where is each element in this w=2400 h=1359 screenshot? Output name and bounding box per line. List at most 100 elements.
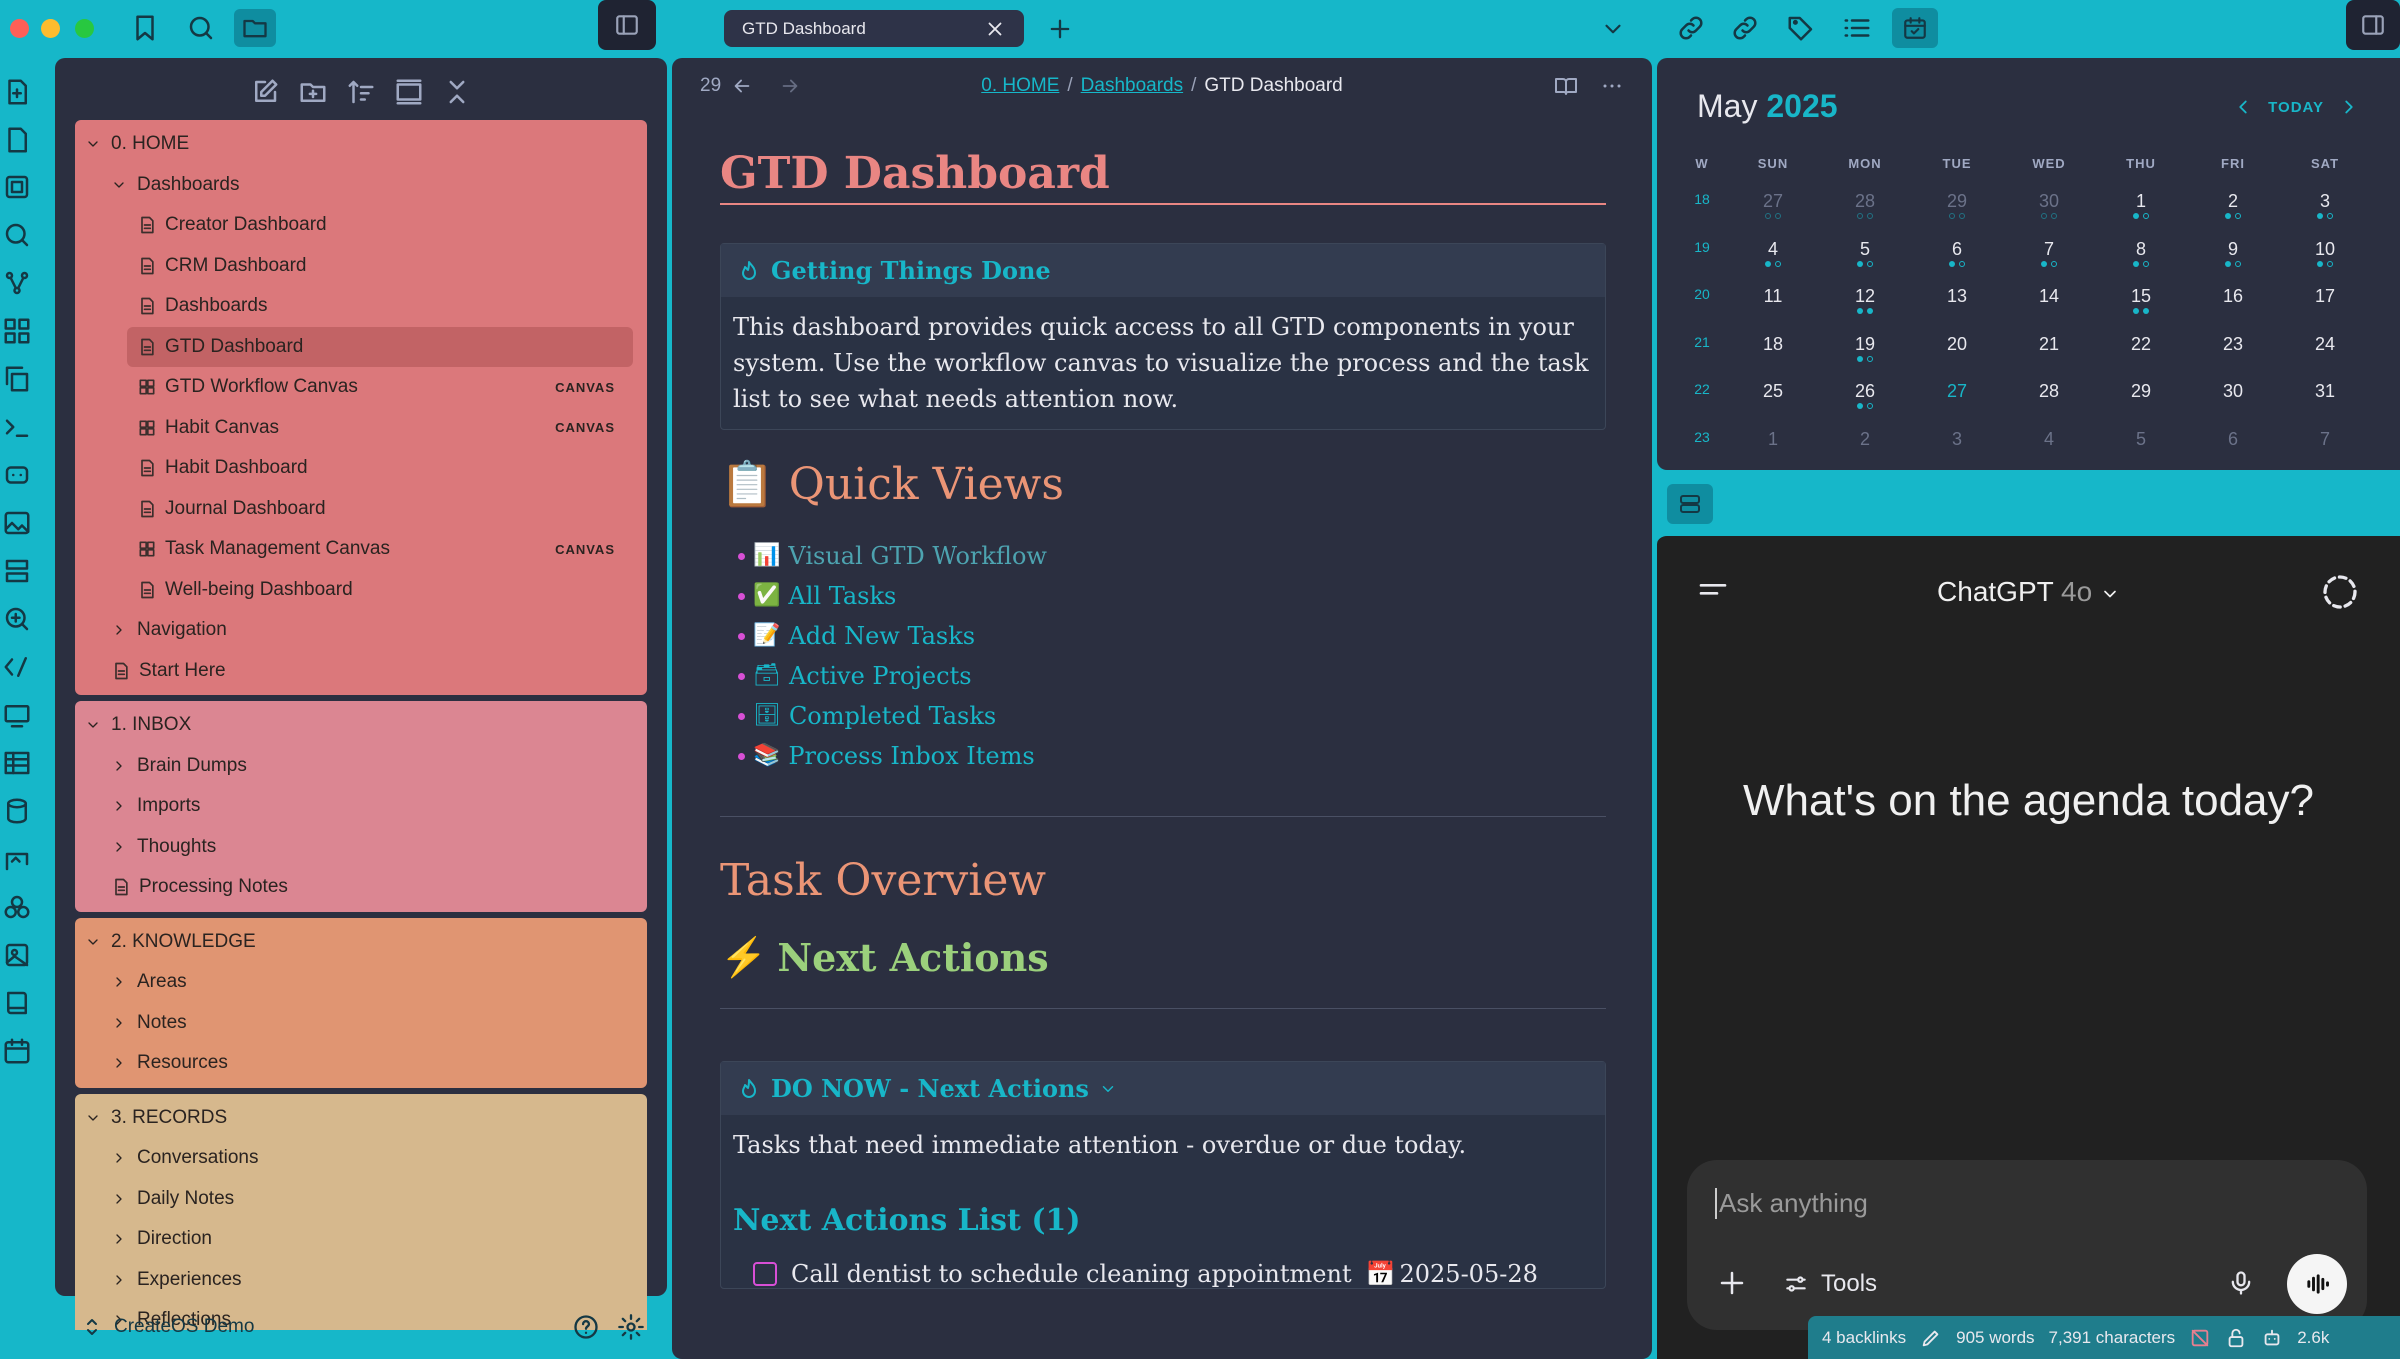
gallery-icon[interactable]	[2, 940, 32, 970]
sidebar-toggle-right-icon[interactable]	[2346, 0, 2400, 50]
voice-mode-icon[interactable]	[2287, 1254, 2347, 1314]
calendar-day[interactable]: 4	[2003, 417, 2095, 465]
teacher-icon[interactable]	[2, 844, 32, 874]
more-options-icon[interactable]	[1600, 74, 1624, 98]
folder-home[interactable]: 0. HOME	[75, 124, 647, 165]
calendar-day[interactable]: 6	[2187, 417, 2279, 465]
outline-icon[interactable]	[1842, 13, 1872, 43]
chat-input[interactable]: Ask anything	[1715, 1188, 1868, 1219]
robot-icon[interactable]	[2261, 1327, 2283, 1349]
backlinks-count[interactable]: 4 backlinks	[1822, 1328, 1906, 1348]
terminal-icon[interactable]	[2, 412, 32, 442]
tags-icon[interactable]	[1786, 13, 1816, 43]
calendar-day[interactable]: 20	[1911, 322, 2003, 370]
week-number[interactable]: 18	[1677, 179, 1727, 227]
folder-records[interactable]: 3. RECORDS	[75, 1098, 647, 1139]
calendar-day[interactable]: 8	[2095, 227, 2187, 275]
folder-inbox[interactable]: 1. INBOX	[75, 705, 647, 746]
link-active-projects[interactable]: 🗃 Active Projects	[738, 656, 1606, 696]
calendar-day[interactable]: 24	[2279, 322, 2371, 370]
today-button[interactable]: TODAY	[2268, 99, 2324, 116]
graph-icon[interactable]	[2, 268, 32, 298]
pencil-icon[interactable]	[1920, 1327, 1942, 1349]
vault-switcher[interactable]: CreateOS Demo	[55, 1296, 667, 1358]
calendar-day[interactable]: 26	[1819, 369, 1911, 417]
calendar-day[interactable]: 6	[1911, 227, 2003, 275]
file-processing-notes[interactable]: Processing Notes	[75, 867, 647, 908]
sort-icon[interactable]	[346, 77, 376, 107]
calendar-day[interactable]: 5	[1819, 227, 1911, 275]
week-number[interactable]: 20	[1677, 274, 1727, 322]
settings-icon[interactable]	[617, 1313, 645, 1341]
copy-icon[interactable]	[2, 364, 32, 394]
link-visual-gtd-workflow[interactable]: 📊 Visual GTD Workflow	[738, 536, 1606, 576]
calendar-day[interactable]: 4	[1727, 227, 1819, 275]
zoom-window-button[interactable]	[75, 19, 94, 38]
calendar-day-today[interactable]: 27	[1911, 369, 2003, 417]
calendar-day[interactable]: 17	[2279, 274, 2371, 322]
search-icon[interactable]	[186, 13, 216, 43]
folder-icon[interactable]	[234, 9, 276, 47]
folder-knowledge[interactable]: 2. KNOWLEDGE	[75, 922, 647, 963]
sync-off-icon[interactable]	[2189, 1327, 2211, 1349]
sidebar-toggle-left-icon[interactable]	[598, 0, 656, 50]
backlinks-icon[interactable]	[1730, 13, 1760, 43]
plugin-icon[interactable]	[2, 892, 32, 922]
folder-imports[interactable]: Imports	[75, 786, 647, 827]
image-icon[interactable]	[2, 508, 32, 538]
auto-reveal-icon[interactable]	[394, 77, 424, 107]
calendar-day[interactable]: 30	[2003, 179, 2095, 227]
callout-header[interactable]: DO NOW - Next Actions	[721, 1062, 1605, 1115]
search-ribbon-icon[interactable]	[2, 220, 32, 250]
new-note-icon[interactable]	[250, 77, 280, 107]
link-all-tasks[interactable]: ✅ All Tasks	[738, 576, 1606, 616]
folder-experiences[interactable]: Experiences	[75, 1260, 647, 1301]
lock-icon[interactable]	[2225, 1327, 2247, 1349]
folder-areas[interactable]: Areas	[75, 962, 647, 1003]
new-note-icon[interactable]	[2, 77, 32, 107]
layout-icon[interactable]	[2, 556, 32, 586]
table-icon[interactable]	[2, 748, 32, 778]
folder-direction[interactable]: Direction	[75, 1219, 647, 1260]
file-habit-canvas[interactable]: Habit Canvas CANVAS	[75, 408, 647, 449]
calendar-day[interactable]: 3	[1911, 417, 2003, 465]
microphone-icon[interactable]	[2227, 1268, 2255, 1298]
link-process-inbox-items[interactable]: 📚 Process Inbox Items	[738, 736, 1606, 776]
calendar-day[interactable]: 15	[2095, 274, 2187, 322]
calendar-day[interactable]: 9	[2187, 227, 2279, 275]
file-creator-dashboard[interactable]: Creator Dashboard	[75, 205, 647, 246]
file-crm-dashboard[interactable]: CRM Dashboard	[75, 246, 647, 287]
calendar-day[interactable]: 23	[2187, 322, 2279, 370]
chevron-right-icon[interactable]	[2338, 96, 2360, 118]
folder-brain-dumps[interactable]: Brain Dumps	[75, 746, 647, 787]
folder-conversations[interactable]: Conversations	[75, 1138, 647, 1179]
file-dashboards[interactable]: Dashboards	[75, 286, 647, 327]
split-pane-icon[interactable]	[1667, 484, 1713, 524]
calendar-day[interactable]: 27	[1727, 179, 1819, 227]
link-completed-tasks[interactable]: 🗄 Completed Tasks	[738, 696, 1606, 736]
minimize-window-button[interactable]	[41, 19, 60, 38]
breadcrumb-home[interactable]: 0. HOME	[981, 75, 1059, 96]
calendar-day[interactable]: 28	[2003, 369, 2095, 417]
chevron-left-icon[interactable]	[2232, 96, 2254, 118]
calendar-day[interactable]: 10	[2279, 227, 2371, 275]
folder-thoughts[interactable]: Thoughts	[75, 827, 647, 868]
canvas-icon[interactable]	[2, 316, 32, 346]
calendar-day[interactable]: 1	[1727, 417, 1819, 465]
calendar-day[interactable]: 2	[2187, 179, 2279, 227]
daily-note-icon[interactable]	[2, 1036, 32, 1066]
folder-navigation[interactable]: Navigation	[75, 610, 647, 651]
calendar-icon[interactable]	[1892, 8, 1938, 48]
outgoing-links-icon[interactable]	[1676, 13, 1706, 43]
new-folder-icon[interactable]	[298, 77, 328, 107]
calendar-day[interactable]: 12	[1819, 274, 1911, 322]
tab-list-chevron-icon[interactable]	[1600, 16, 1626, 42]
calendar-day[interactable]: 14	[2003, 274, 2095, 322]
book-icon[interactable]	[2, 988, 32, 1018]
chat-bot-icon[interactable]	[2, 460, 32, 490]
calendar-day[interactable]: 25	[1727, 369, 1819, 417]
close-tab-icon[interactable]	[984, 18, 1006, 40]
file-gtd-workflow-canvas[interactable]: GTD Workflow Canvas CANVAS	[75, 367, 647, 408]
plus-icon[interactable]	[1717, 1268, 1747, 1298]
week-number[interactable]: 23	[1677, 417, 1727, 465]
